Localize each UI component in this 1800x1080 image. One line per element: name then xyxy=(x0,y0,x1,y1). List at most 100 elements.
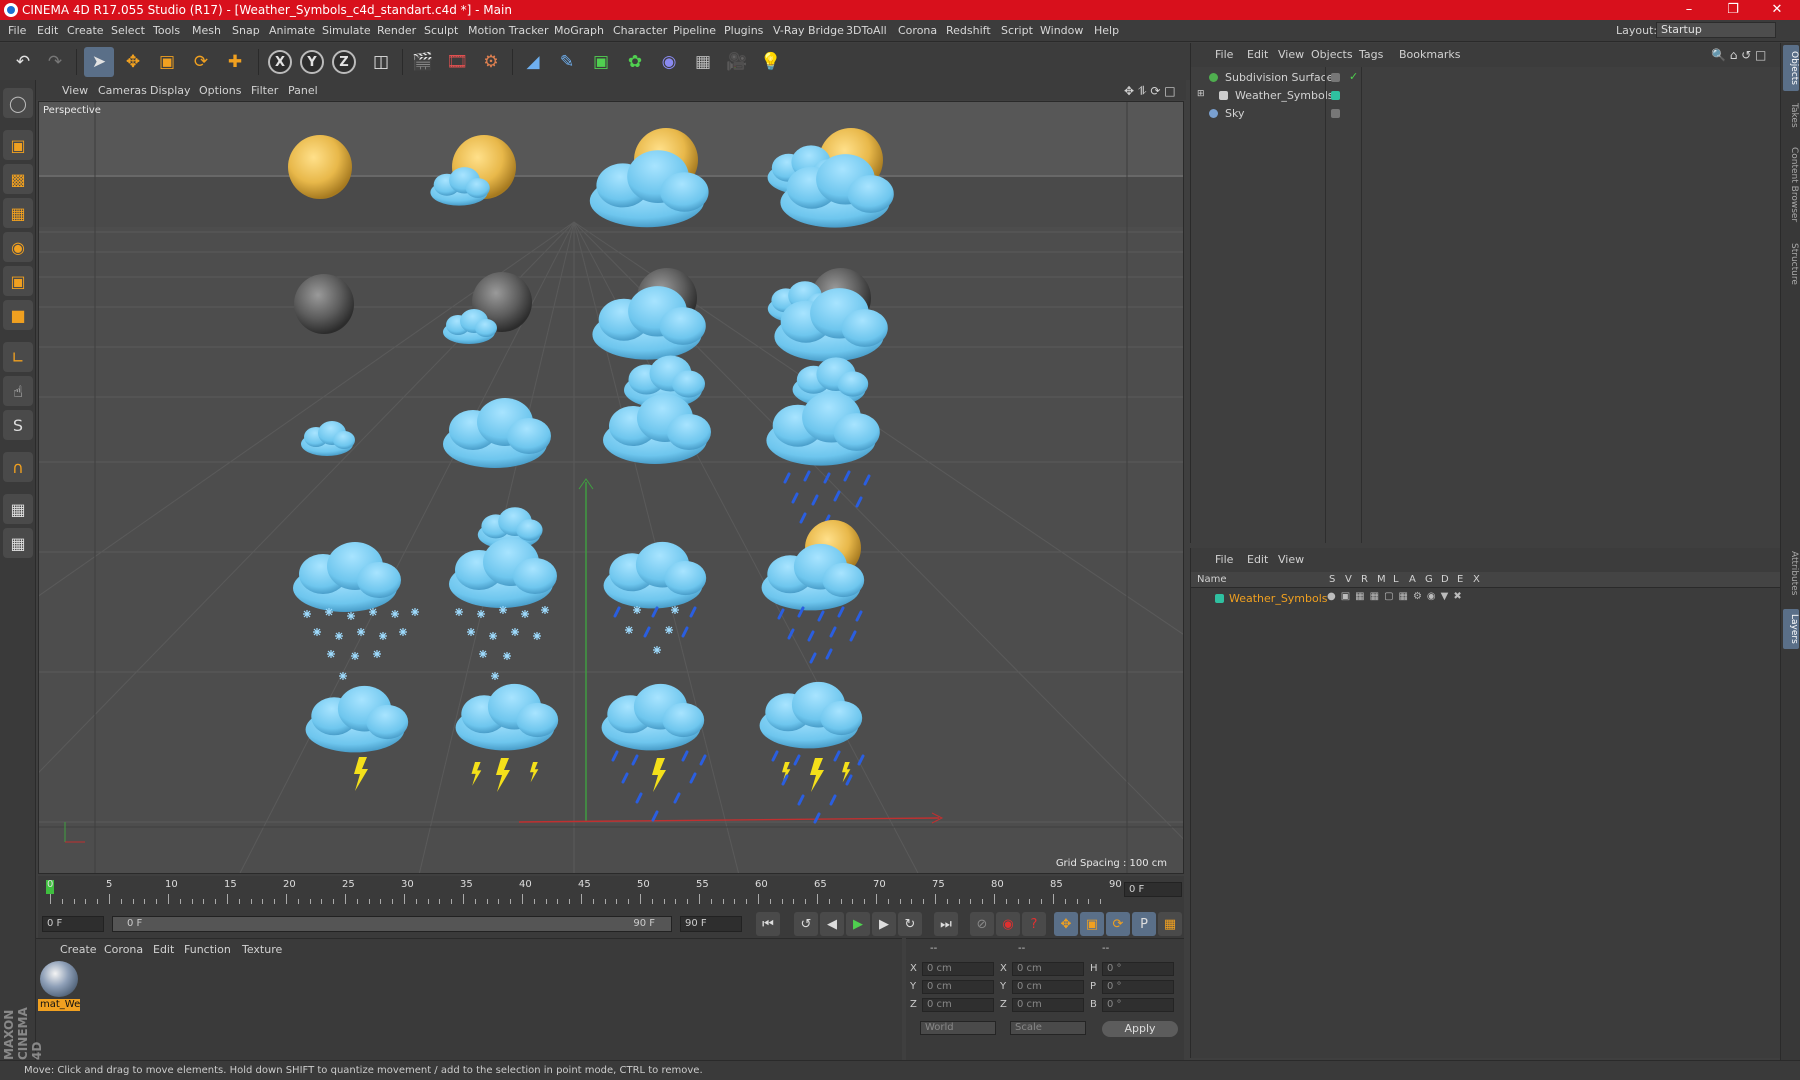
object-menu-objects[interactable]: Objects xyxy=(1311,48,1353,61)
layer-flag-icons[interactable]: ●▣▦▦▢▦⚙◉▼✖ xyxy=(1327,591,1467,602)
menu-pipeline[interactable]: Pipeline xyxy=(673,24,716,37)
coordinate-mode-select[interactable]: World xyxy=(920,1021,996,1035)
perspective-viewport[interactable]: Perspective Grid Spacing : 100 cm xyxy=(38,101,1184,874)
menu-mesh[interactable]: Mesh xyxy=(192,24,221,37)
render-settings-icon[interactable]: ⚙ xyxy=(476,47,506,77)
tab-layers[interactable]: Layers xyxy=(1783,609,1799,649)
key-scale-icon[interactable]: ▣ xyxy=(1080,912,1104,936)
timeline[interactable]: 0 5 10 15 20 25 30 35 40 45 50 55 60 65 70 75 80 85 90 0 F xyxy=(38,876,1184,910)
texture-mode-icon[interactable]: ▩ xyxy=(3,164,33,194)
tab-takes[interactable]: Takes xyxy=(1783,97,1799,133)
size-y-field[interactable]: 0 cm xyxy=(1012,980,1084,994)
expand-icon[interactable]: ⊞ xyxy=(1197,89,1205,99)
next-key-icon[interactable]: ↻ xyxy=(898,912,922,936)
magnet-icon[interactable]: ∩ xyxy=(3,452,33,482)
redo-icon[interactable]: ↷ xyxy=(40,47,70,77)
render-picture-viewer-icon[interactable]: 🎞 xyxy=(442,47,472,77)
viewport-menu-cameras[interactable]: Cameras xyxy=(98,84,147,97)
viewport-menu-filter[interactable]: Filter xyxy=(251,84,278,97)
record-keys-icon[interactable]: ⊘ xyxy=(970,912,994,936)
coordinate-system-icon[interactable]: ◫ xyxy=(366,47,396,77)
menu-sculpt[interactable]: Sculpt xyxy=(424,24,458,37)
render-view-icon[interactable]: 🎬 xyxy=(408,47,438,77)
rotate-tool-icon[interactable]: ⟳ xyxy=(186,47,216,77)
menu-plugins[interactable]: Plugins xyxy=(724,24,763,37)
transform-tool-icon[interactable]: ✚ xyxy=(220,47,250,77)
material-menu-corona[interactable]: Corona xyxy=(104,943,143,956)
menu-select[interactable]: Select xyxy=(111,24,145,37)
object-row-subdivision-surface[interactable]: Subdivision Surface ✓ xyxy=(1191,69,1781,87)
layout-select[interactable]: Startup xyxy=(1656,22,1776,38)
object-menu-file[interactable]: File xyxy=(1215,48,1233,61)
live-selection-icon[interactable]: ➤ xyxy=(84,47,114,77)
go-to-end-icon[interactable]: ⏭ xyxy=(934,912,958,936)
key-pla-icon[interactable]: ▦ xyxy=(1158,912,1182,936)
viewport-menu-display[interactable]: Display xyxy=(150,84,191,97)
deformer-icon[interactable]: ◉ xyxy=(654,47,684,77)
polygon-mode-icon[interactable]: ■ xyxy=(3,300,33,330)
tab-content-browser[interactable]: Content Browser xyxy=(1783,139,1799,231)
undo-icon[interactable]: ↶ xyxy=(8,47,38,77)
object-menu-edit[interactable]: Edit xyxy=(1247,48,1268,61)
cube-primitive-icon[interactable]: ◢ xyxy=(518,47,548,77)
y-axis-icon[interactable]: Y xyxy=(300,50,324,74)
material-preview[interactable] xyxy=(40,961,78,997)
size-x-field[interactable]: 0 cm xyxy=(1012,962,1084,976)
tab-structure[interactable]: Structure xyxy=(1783,237,1799,291)
menu-3dtoall[interactable]: 3DToAll xyxy=(846,24,887,37)
apply-button[interactable]: Apply xyxy=(1102,1021,1178,1037)
previous-key-icon[interactable]: ↺ xyxy=(794,912,818,936)
rotation-p-field[interactable]: 0 ° xyxy=(1102,980,1174,994)
next-frame-icon[interactable]: ▶ xyxy=(872,912,896,936)
move-tool-icon[interactable]: ✥ xyxy=(118,47,148,77)
tab-attributes[interactable]: Attributes xyxy=(1783,543,1799,603)
material-menu-texture[interactable]: Texture xyxy=(242,943,282,956)
z-axis-icon[interactable]: Z xyxy=(332,50,356,74)
keyframe-selection-icon[interactable]: ? xyxy=(1022,912,1046,936)
previous-frame-icon[interactable]: ◀ xyxy=(820,912,844,936)
viewport-nav-icons[interactable]: ✥ ⥮ ⟳ □ xyxy=(1124,84,1176,99)
menu-file[interactable]: File xyxy=(8,24,26,37)
object-menu-tags[interactable]: Tags xyxy=(1359,48,1383,61)
key-parameter-icon[interactable]: P xyxy=(1132,912,1156,936)
menu-create[interactable]: Create xyxy=(67,24,104,37)
pen-spline-icon[interactable]: ✎ xyxy=(552,47,582,77)
key-rotation-icon[interactable]: ⟳ xyxy=(1106,912,1130,936)
menu-script[interactable]: Script xyxy=(1001,24,1033,37)
go-to-start-icon[interactable]: ⏮ xyxy=(756,912,780,936)
menu-edit[interactable]: Edit xyxy=(37,24,58,37)
snap-icon[interactable]: S xyxy=(3,410,33,440)
rotation-b-field[interactable]: 0 ° xyxy=(1102,998,1174,1012)
viewport-menu-options[interactable]: Options xyxy=(199,84,241,97)
tab-objects[interactable]: Objects xyxy=(1783,45,1799,91)
layer-menu-edit[interactable]: Edit xyxy=(1247,553,1268,566)
scale-tool-icon[interactable]: ▣ xyxy=(152,47,182,77)
range-slider[interactable]: 0 F 90 F xyxy=(112,916,672,932)
menu-mograph[interactable]: MoGraph xyxy=(554,24,604,37)
grid-icon[interactable]: ▦ xyxy=(3,528,33,558)
size-z-field[interactable]: 0 cm xyxy=(1012,998,1084,1012)
layer-menu-file[interactable]: File xyxy=(1215,553,1233,566)
viewport-menu-panel[interactable]: Panel xyxy=(288,84,318,97)
model-mode-icon[interactable]: ▣ xyxy=(3,130,33,160)
menu-redshift[interactable]: Redshift xyxy=(946,24,991,37)
menu-animate[interactable]: Animate xyxy=(269,24,315,37)
object-row-weather-symbols[interactable]: ⊞ Weather_Symbols xyxy=(1191,87,1781,105)
floor-icon[interactable]: ▦ xyxy=(688,47,718,77)
menu-tools[interactable]: Tools xyxy=(153,24,180,37)
workplane-mode-icon[interactable]: ▦ xyxy=(3,198,33,228)
menu-corona[interactable]: Corona xyxy=(898,24,937,37)
key-position-icon[interactable]: ✥ xyxy=(1054,912,1078,936)
size-mode-select[interactable]: Scale xyxy=(1010,1021,1086,1035)
make-editable-icon[interactable]: ◯ xyxy=(3,88,33,118)
position-y-field[interactable]: 0 cm xyxy=(922,980,994,994)
menu-snap[interactable]: Snap xyxy=(232,24,260,37)
object-row-sky[interactable]: Sky xyxy=(1191,105,1781,123)
menu-vray-bridge[interactable]: V-Ray Bridge xyxy=(773,24,844,37)
position-z-field[interactable]: 0 cm xyxy=(922,998,994,1012)
end-frame-field[interactable]: 90 F xyxy=(680,916,742,932)
object-manager-tools-icons[interactable]: 🔍 ⌂ ↺ □ xyxy=(1711,48,1766,62)
minimize-icon[interactable]: – xyxy=(1668,0,1710,20)
close-icon[interactable]: ✕ xyxy=(1756,0,1798,20)
menu-motion-tracker[interactable]: Motion Tracker xyxy=(468,24,548,37)
